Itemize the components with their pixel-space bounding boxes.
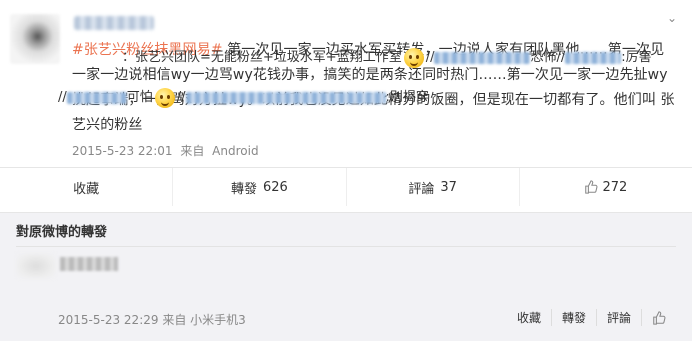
repost-comment-button[interactable]: 評論	[595, 309, 641, 326]
thumbs-up-icon	[585, 180, 598, 194]
smirk-emoji-icon	[403, 47, 424, 68]
chevron-down-icon[interactable]: ⌄	[666, 12, 678, 24]
source-prefix: 来自	[162, 313, 187, 327]
repost-label: 轉發	[230, 181, 257, 197]
smile-emoji-icon	[154, 87, 175, 108]
divider	[16, 246, 676, 247]
repost-count: 626	[262, 179, 288, 195]
repost-time[interactable]: 2015-5-23 22:29	[58, 313, 159, 327]
source-prefix: 来自	[180, 144, 205, 158]
repost-line2-a: 可怕	[126, 90, 153, 105]
repost-repost-button[interactable]: 轉發	[550, 309, 596, 326]
repost-source: 小米手机3	[190, 313, 246, 327]
collect-label: 收藏	[516, 311, 541, 325]
username-blurred[interactable]	[74, 16, 154, 30]
comment-label: 評論	[606, 311, 631, 325]
repost-text-line1: ：张艺兴团队=无能粉丝+垃圾水军+蓝翔工作室//恐怖//:厉害	[122, 46, 652, 68]
repost-meta: 2015-5-23 22:29 来自 小米手机3	[58, 311, 246, 328]
repost-label: 轉發	[561, 311, 586, 325]
like-button[interactable]: 272	[520, 168, 692, 206]
colon: ：	[122, 50, 136, 65]
repost-collect-button[interactable]: 收藏	[507, 309, 551, 326]
separator: //	[176, 90, 186, 105]
comment-count: 37	[440, 179, 457, 195]
action-bar: 收藏 轉發 626 評論 37 272	[0, 167, 692, 206]
repost-text: 张艺兴团队=无能粉丝+垃圾水军+蓝翔工作室	[135, 50, 402, 65]
post-meta: 2015-5-23 22:01 来自 Android	[72, 142, 263, 159]
repost-section-title: 對原微博的轉發	[16, 225, 108, 240]
repost-k1: 恐怖	[530, 50, 557, 65]
collect-label: 收藏	[73, 181, 100, 197]
repost-k2: :厉害	[621, 50, 652, 65]
like-count: 272	[602, 179, 628, 195]
user-link-blurred[interactable]	[185, 91, 386, 104]
repost-like-button[interactable]	[641, 309, 676, 326]
user-link-blurred[interactable]	[434, 51, 531, 64]
repost-line2-b: :别揭穿	[385, 90, 429, 105]
separator: //	[556, 50, 566, 65]
repost-avatar[interactable]	[16, 253, 56, 279]
thumbs-up-icon	[653, 310, 666, 325]
comment-button[interactable]: 評論 37	[347, 168, 520, 206]
repost-username-blurred[interactable]	[60, 257, 118, 271]
repost-text-line2: // 可怕 // :别揭穿	[58, 86, 429, 108]
separator: //	[58, 90, 67, 105]
repost-actions: 收藏 轉發 評論	[507, 309, 676, 326]
post-time[interactable]: 2015-5-23 22:01	[72, 144, 173, 158]
separator: //	[425, 50, 435, 65]
user-link-blurred[interactable]	[565, 51, 622, 64]
avatar[interactable]	[10, 14, 60, 64]
repost-button[interactable]: 轉發 626	[173, 168, 347, 206]
comment-label: 評論	[408, 181, 435, 197]
user-link-blurred[interactable]	[66, 91, 127, 104]
post-source: Android	[212, 144, 259, 158]
collect-button[interactable]: 收藏	[0, 168, 174, 206]
weibo-card: ⌄ #张艺兴粉丝抹黑网易# 第一次见一家一边买水军买转发，一边说人家有团队黑他……	[0, 0, 692, 341]
